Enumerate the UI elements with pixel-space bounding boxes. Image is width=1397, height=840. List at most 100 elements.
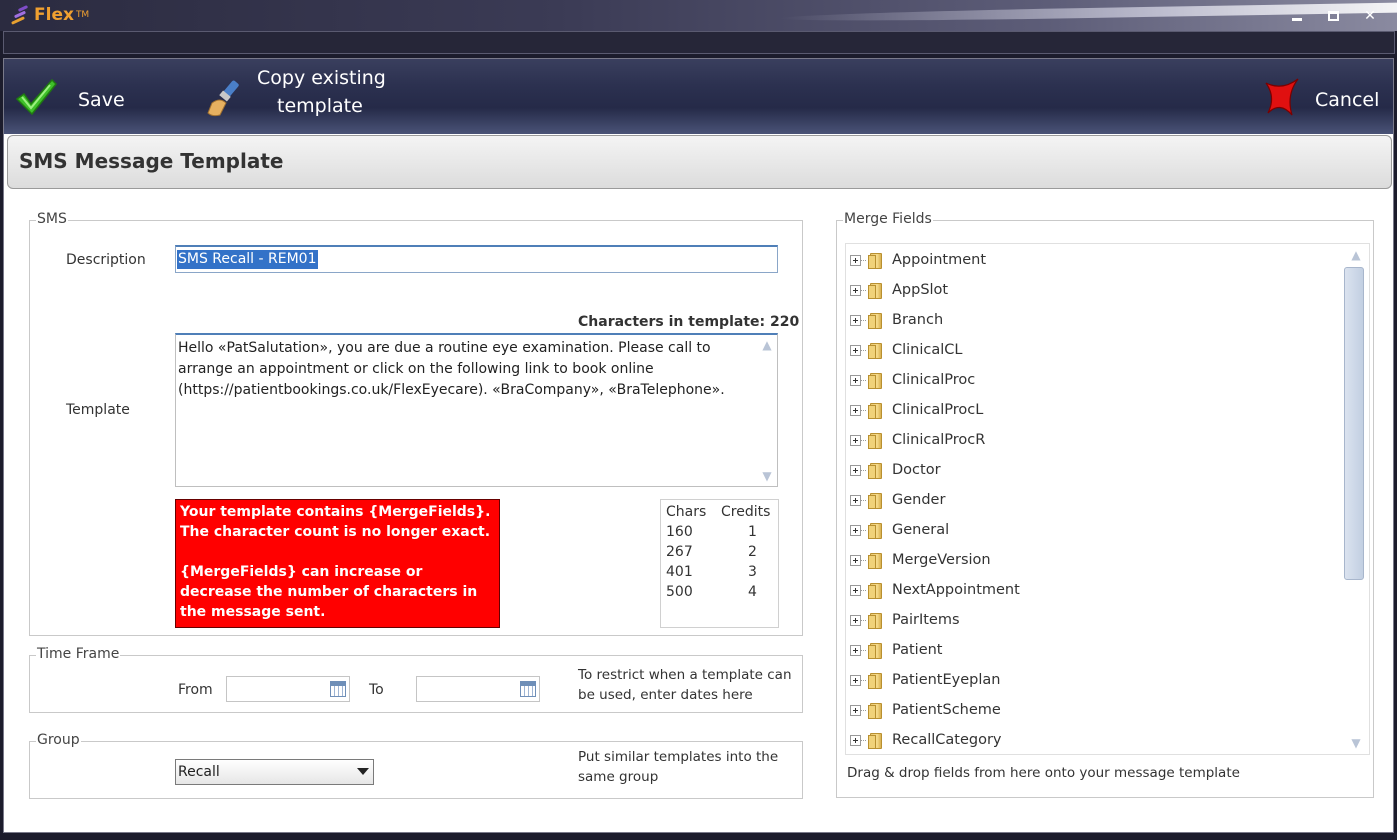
from-date-input[interactable] [226,676,350,702]
expand-icon[interactable] [850,614,861,626]
tree-item[interactable]: PairItems [850,609,960,631]
tree-connector [861,559,866,561]
tree-item[interactable]: Patient [850,639,943,661]
maximize-button[interactable] [1322,6,1344,26]
expand-icon[interactable] [850,554,861,566]
tree-item-label: PatientScheme [892,702,1001,718]
scroll-down-icon[interactable]: ▼ [760,470,774,482]
tree-connector [861,499,866,501]
tree-item-label: General [892,522,950,538]
tree-item[interactable]: General [850,519,949,541]
folder-icon [867,552,883,569]
warning-line1: Your template contains {MergeFields}. Th… [180,504,491,540]
sms-legend: SMS [36,211,68,227]
expand-icon[interactable] [850,464,861,476]
credits-cell: 3 [748,564,757,580]
tree-item[interactable]: Gender [850,489,945,511]
chars-cell: 160 [666,524,693,540]
expand-icon[interactable] [850,344,861,356]
expand-icon[interactable] [850,314,861,326]
tree-item-label: PatientEyeplan [892,672,1001,688]
credits-cell: 1 [748,524,757,540]
from-label: From [178,682,213,698]
tree-item[interactable]: NextAppointment [850,579,1020,601]
expand-icon[interactable] [850,674,861,686]
app-logo: Flex TM [10,3,89,27]
to-date-input[interactable] [416,676,540,702]
folder-icon [867,672,883,689]
description-value: SMS Recall - REM01 [177,250,318,269]
copy-label-line1: Copy existing [257,67,386,89]
tree-item-label: RecallCategory [892,732,1002,748]
expand-icon[interactable] [850,404,861,416]
scroll-up-icon[interactable]: ▲ [760,339,774,351]
tree-item[interactable]: MergeVersion [850,549,991,571]
template-textarea[interactable]: Hello «PatSalutation», you are due a rou… [175,333,778,487]
scroll-down-icon[interactable]: ▼ [1349,737,1363,749]
tree-item-label: PairItems [892,612,960,628]
expand-icon[interactable] [850,494,861,506]
cancel-button[interactable]: Cancel [1262,75,1382,119]
table-row: 267 2 [666,542,770,562]
tree-connector [861,589,866,591]
calendar-icon[interactable] [520,681,536,697]
expand-icon[interactable] [850,284,861,296]
tree-item[interactable]: ClinicalProcL [850,399,983,421]
expand-icon[interactable] [850,434,861,446]
template-text: Hello «PatSalutation», you are due a rou… [178,340,725,398]
time-frame-legend: Time Frame [36,646,121,662]
save-button[interactable]: Save [14,75,125,119]
tree-connector [861,529,866,531]
tree-item[interactable]: PatientEyeplan [850,669,1000,691]
tree-item[interactable]: AppSlot [850,279,948,301]
tree-item[interactable]: ClinicalCL [850,339,963,361]
tree-item-label: NextAppointment [892,582,1020,598]
tree-item-label: MergeVersion [892,552,991,568]
copy-template-button[interactable]: Copy existing template [204,67,386,127]
group-select[interactable]: Recall [175,759,374,785]
tree-connector [861,619,866,621]
warning-line2: {MergeFields} can increase or decrease t… [180,564,478,620]
expand-icon[interactable] [850,374,861,386]
tree-connector [861,379,866,381]
expand-icon[interactable] [850,584,861,596]
time-frame-note: To restrict when a template can be used,… [578,667,792,703]
close-window-button[interactable]: ✕ [1359,6,1381,26]
tree-item[interactable]: RecallCategory [850,729,1002,751]
expand-icon[interactable] [850,644,861,656]
save-label: Save [78,89,125,111]
tree-item[interactable]: ClinicalProc [850,369,975,391]
folder-icon [867,252,883,269]
expand-icon[interactable] [850,254,861,266]
tree-item-label: AppSlot [892,282,949,298]
tree-item[interactable]: ClinicalProcR [850,429,985,451]
tree-item-label: Appointment [892,252,987,268]
tree-item[interactable]: Branch [850,309,943,331]
minimize-button[interactable] [1286,6,1308,26]
expand-icon[interactable] [850,704,861,716]
tree-item[interactable]: PatientScheme [850,699,1001,721]
chars-cell: 401 [666,564,693,580]
merge-fields-tree[interactable]: Appointment AppSlot Branch ClinicalCL Clinic… [845,243,1370,755]
tree-item-label: Branch [892,312,944,328]
tree-connector [861,439,866,441]
tree-scrollbar-thumb[interactable] [1344,267,1364,580]
expand-icon[interactable] [850,524,861,536]
calendar-icon[interactable] [330,681,346,697]
chars-count: 220 [769,314,800,330]
tree-item-label: Doctor [892,462,941,478]
chars-cell: 500 [666,584,693,600]
scroll-up-icon[interactable]: ▲ [1349,249,1363,261]
folder-icon [867,432,883,449]
tree-connector [861,679,866,681]
tree-item-label: Patient [892,642,943,658]
tree-item-label: ClinicalProcL [892,402,984,418]
description-input[interactable]: SMS Recall - REM01 [175,245,778,273]
tree-connector [861,259,866,261]
tree-item[interactable]: Doctor [850,459,941,481]
expand-icon[interactable] [850,734,861,746]
table-row: 401 3 [666,562,770,582]
credits-cell: 2 [748,544,757,560]
tree-item[interactable]: Appointment [850,249,986,271]
cancel-label: Cancel [1315,89,1380,111]
